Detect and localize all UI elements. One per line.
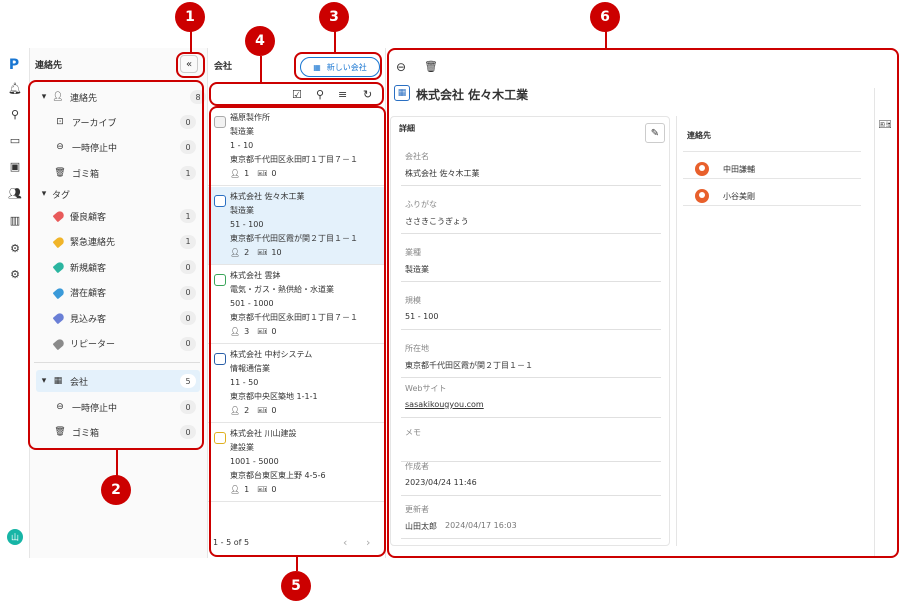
callout-badge-3: 3 — [319, 2, 349, 32]
callout-badge-4: 4 — [245, 26, 275, 56]
reports-icon[interactable]: ▥ — [8, 213, 22, 227]
nav-rail: P 🔔︎ ⚲ ▭ ▣ 👥︎ ▥ ⚙ ⚙ 山 — [0, 48, 30, 558]
callout-badge-1: 1 — [175, 2, 205, 32]
callout-line — [116, 450, 118, 476]
avatar[interactable]: 山 — [7, 529, 23, 545]
inbox-icon[interactable]: ▭ — [8, 133, 22, 147]
callout-frame-5 — [209, 106, 386, 557]
callout-frame-1 — [176, 52, 205, 78]
callout-frame-3 — [294, 52, 382, 80]
admin-settings-icon[interactable]: ⚙ — [8, 241, 22, 255]
callout-frame-2 — [28, 80, 204, 450]
list-title: 会社 — [214, 62, 233, 72]
callout-line — [334, 31, 336, 52]
callout-line — [296, 557, 298, 571]
callout-badge-2: 2 — [101, 475, 131, 505]
callout-frame-4 — [209, 82, 384, 106]
contacts-icon[interactable]: 👥︎ — [8, 186, 22, 200]
callout-badge-5: 5 — [281, 571, 311, 601]
bell-icon[interactable]: 🔔︎ — [8, 81, 22, 95]
callout-line — [605, 31, 607, 48]
settings-icon[interactable]: ⚙ — [8, 267, 22, 281]
callout-line — [190, 31, 192, 52]
sidebar-title: 連絡先 — [35, 61, 63, 71]
search-icon[interactable]: ⚲ — [8, 107, 22, 121]
app-logo-icon[interactable]: P — [5, 56, 23, 74]
callout-line — [260, 56, 262, 82]
callout-frame-6 — [387, 48, 899, 558]
tasks-icon[interactable]: ▣ — [8, 159, 22, 173]
callout-badge-6: 6 — [590, 2, 620, 32]
